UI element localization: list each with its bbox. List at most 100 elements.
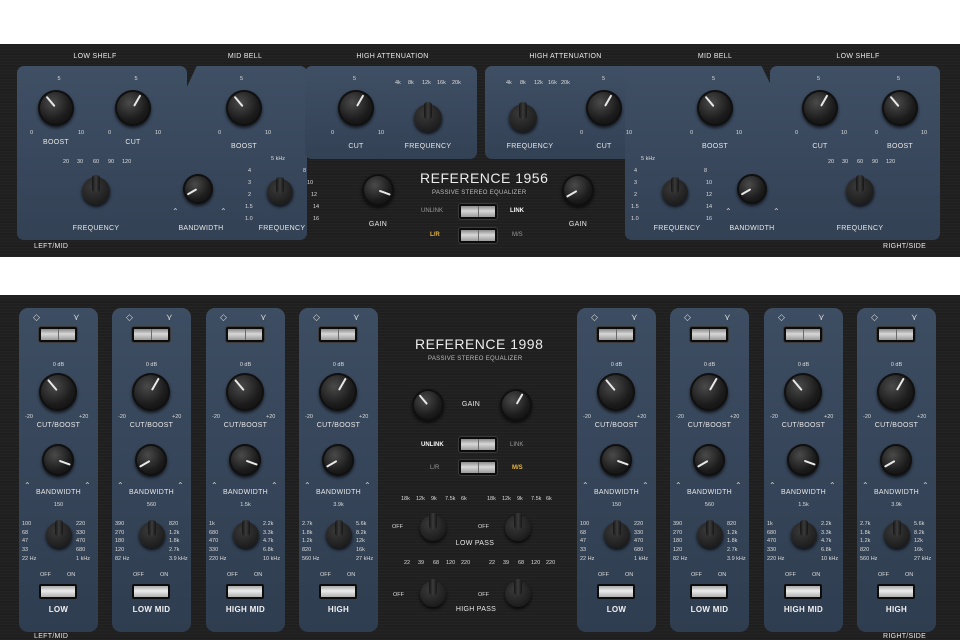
bandwidth-narrow-icon: ⌃ (725, 207, 732, 216)
lp-label: 9k (517, 496, 523, 502)
mid-frequency-selector-left[interactable] (267, 177, 293, 205)
high-cut-knob-right[interactable] (582, 86, 626, 130)
band-switch[interactable] (319, 584, 357, 599)
band-switch[interactable] (597, 584, 635, 599)
band-switch[interactable] (132, 584, 170, 599)
bandwidth-knob[interactable] (225, 440, 265, 480)
bandwidth-label: BANDWIDTH (686, 489, 733, 496)
bandwidth-knob[interactable] (783, 440, 823, 480)
shape-switch[interactable] (226, 327, 264, 342)
on-label: ON (905, 572, 914, 578)
hp-label: 220 (546, 560, 556, 566)
frequency-selector[interactable] (791, 520, 817, 548)
db-min-label: -20 (25, 414, 33, 420)
shape-switch[interactable] (877, 327, 915, 342)
frequency-selector[interactable] (233, 520, 259, 548)
bandwidth-knob-left[interactable] (179, 170, 217, 208)
freq-right-label: 4.7k (263, 538, 274, 545)
shape-switch[interactable] (132, 327, 170, 342)
shelf-icon: ⋎ (724, 312, 731, 322)
shape-switch[interactable] (597, 327, 635, 342)
high-pass-selector-left[interactable] (420, 579, 446, 607)
lr-ms-switch[interactable] (459, 228, 497, 243)
frequency-selector[interactable] (326, 520, 352, 548)
bandwidth-knob-right[interactable] (733, 170, 771, 208)
band-switch[interactable] (226, 584, 264, 599)
gain-knob-left-1998[interactable] (408, 385, 448, 425)
boost-knob-left[interactable] (34, 86, 78, 130)
bandwidth-label: BANDWIDTH (128, 489, 175, 496)
scale-label: 0 (331, 130, 335, 136)
link-switch[interactable] (459, 204, 497, 219)
freq-right-label: 220 (76, 521, 86, 528)
db-min-label: -20 (118, 414, 126, 420)
cut-boost-knob[interactable] (315, 369, 361, 415)
frequency-selector[interactable] (46, 520, 72, 548)
link-switch-1998[interactable] (459, 437, 497, 452)
lr-ms-switch-1998[interactable] (459, 460, 497, 475)
cut-boost-knob[interactable] (873, 369, 919, 415)
high-pass-selector-right[interactable] (505, 579, 531, 607)
high-frequency-selector-left[interactable] (414, 102, 442, 132)
freq-top-label: 1.5k (798, 502, 809, 508)
low-pass-selector-right[interactable] (505, 513, 531, 541)
gain-knob-right[interactable] (558, 170, 598, 210)
bandwidth-knob[interactable] (318, 440, 358, 480)
freq-label: 60 (93, 159, 100, 165)
boost-label-left: BOOST (42, 139, 69, 146)
bandwidth-knob[interactable] (689, 440, 729, 480)
freq-right-label: 1.2k (169, 529, 180, 536)
cut-boost-knob[interactable] (593, 369, 639, 415)
frequency-selector[interactable] (139, 520, 165, 548)
band-switch[interactable] (784, 584, 822, 599)
shape-switch[interactable] (39, 327, 77, 342)
cut-boost-knob[interactable] (780, 369, 826, 415)
gain-knob-left[interactable] (358, 170, 398, 210)
cut-boost-knob[interactable] (35, 369, 81, 415)
boost-knob-right[interactable] (878, 86, 922, 130)
mid-frequency-selector-right[interactable] (662, 177, 688, 205)
freq-left-label: 680 (767, 529, 777, 536)
cut-boost-label: CUT/BOOST (36, 422, 81, 429)
freq-label: 5 kHz (641, 156, 656, 162)
bandwidth-label: BANDWIDTH (35, 489, 82, 496)
band-switch[interactable] (690, 584, 728, 599)
gain-knob-right-1998[interactable] (496, 385, 536, 425)
cut-boost-knob[interactable] (222, 369, 268, 415)
bandwidth-knob[interactable] (876, 440, 916, 480)
freq-right-label: 2.2k (263, 521, 274, 528)
freq-label: 16 (313, 216, 320, 222)
low-frequency-selector-right[interactable] (846, 175, 874, 205)
shape-switch[interactable] (784, 327, 822, 342)
high-frequency-selector-right[interactable] (509, 102, 537, 132)
scale-label: 10 (736, 130, 743, 136)
band-switch[interactable] (877, 584, 915, 599)
freq-left-label: 1.2k (860, 538, 871, 545)
cut-boost-knob[interactable] (128, 369, 174, 415)
band-switch[interactable] (39, 584, 77, 599)
high-cut-knob-left[interactable] (334, 86, 378, 130)
low-frequency-selector-left[interactable] (82, 175, 110, 205)
cut-knob-right[interactable] (798, 86, 842, 130)
bandwidth-knob[interactable] (596, 440, 636, 480)
shape-switch[interactable] (319, 327, 357, 342)
shape-switch[interactable] (690, 327, 728, 342)
off-label: OFF (133, 572, 144, 578)
cut-boost-knob[interactable] (686, 369, 732, 415)
freq-label: 1.0 (631, 216, 639, 222)
frequency-selector[interactable] (697, 520, 723, 548)
bandwidth-knob[interactable] (131, 440, 171, 480)
bandwidth-knob[interactable] (38, 440, 78, 480)
cut-label-left: CUT (125, 139, 141, 146)
frequency-selector[interactable] (604, 520, 630, 548)
off-label: OFF (478, 524, 489, 530)
frequency-selector[interactable] (884, 520, 910, 548)
off-label: OFF (392, 524, 403, 530)
freq-right-label: 3.9 kHz (169, 555, 188, 562)
lp-label: 6k (461, 496, 467, 502)
low-pass-selector-left[interactable] (420, 513, 446, 541)
freq-right-label: 6.8k (263, 546, 274, 553)
mid-boost-knob-left[interactable] (222, 86, 266, 130)
cut-knob-left[interactable] (111, 86, 155, 130)
mid-boost-knob-right[interactable] (693, 86, 737, 130)
